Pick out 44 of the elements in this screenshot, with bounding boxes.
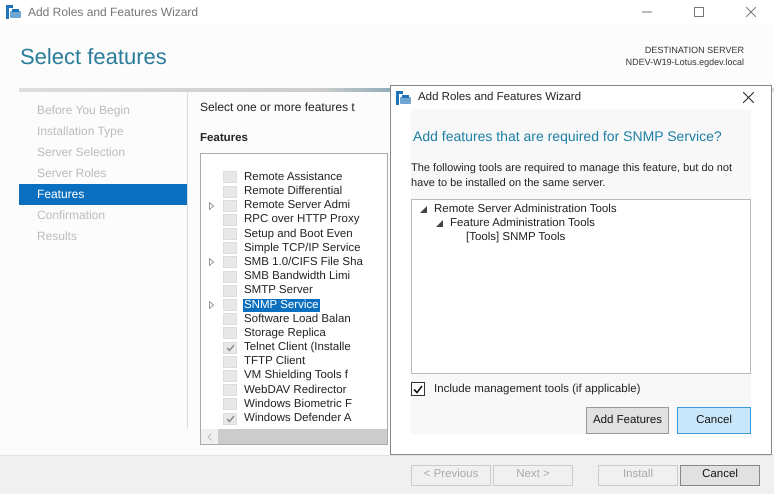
- instruction-text: Select one or more features t: [200, 99, 356, 116]
- window-title: Add Roles and Features Wizard: [28, 4, 200, 21]
- feature-item[interactable]: VM Shielding Tools f: [243, 369, 349, 382]
- feature-item[interactable]: SNMP Service: [243, 298, 320, 312]
- checkbox-label: Include management tools (if applicable): [434, 382, 640, 397]
- feature-item[interactable]: SMB Bandwidth Limi: [243, 270, 352, 284]
- nav-item[interactable]: Features: [19, 184, 187, 205]
- expand-arrow-icon[interactable]: [209, 301, 214, 310]
- expand-arrow-icon[interactable]: [209, 258, 214, 266]
- features-label: Features: [200, 131, 249, 146]
- feature-item[interactable]: SMTP Server: [243, 284, 314, 298]
- feature-item[interactable]: Telnet Client (Installe: [243, 341, 352, 354]
- dialog-heading: Add features that are required for SNMP Service?: [412, 127, 723, 146]
- feature-item[interactable]: Remote Assistance: [243, 170, 344, 184]
- feature-item[interactable]: TFTP Client: [243, 355, 306, 368]
- tree-item: [Tools] SNMP Tools: [466, 230, 566, 246]
- expand-arrow-icon[interactable]: [209, 202, 214, 210]
- feature-item[interactable]: Windows Defender A: [243, 412, 352, 426]
- feature-item[interactable]: WebDAV Redirector: [243, 384, 348, 397]
- tree-item: Feature Administration Tools: [450, 216, 595, 232]
- feature-item[interactable]: Simple TCP/IP Service: [243, 242, 362, 255]
- feature-item[interactable]: RPC over HTTP Proxy: [243, 213, 360, 226]
- feature-item[interactable]: Storage Replica: [243, 326, 327, 340]
- dialog-description: The following tools are required to manage this feature, but do not have to be installed on the same server.: [411, 161, 734, 191]
- feature-item[interactable]: Setup and Boot Even: [243, 228, 354, 241]
- feature-item[interactable]: Windows Biometric F: [243, 398, 353, 411]
- app-icon: [396, 90, 412, 104]
- collapse-arrow-icon[interactable]: [420, 206, 427, 214]
- feature-item[interactable]: SMB 1.0/CIFS File Sha: [243, 256, 364, 269]
- dialog-title: Add Roles and Features Wizard: [418, 90, 582, 105]
- checkbox[interactable]: [411, 382, 425, 396]
- page-title: Select features: [20, 42, 167, 70]
- horizontal-scrollbar[interactable]: [201, 429, 387, 444]
- feature-item[interactable]: Software Load Balan: [243, 312, 352, 326]
- dialog-button[interactable]: Cancel: [677, 406, 751, 434]
- footer-button[interactable]: Cancel: [680, 464, 760, 486]
- tree-item: Remote Server Administration Tools: [434, 202, 617, 218]
- feature-item[interactable]: Remote Server Admi: [243, 199, 352, 212]
- server-name: NDEV-W19-Lotus.egdev.local: [626, 56, 744, 68]
- app-icon: [6, 5, 22, 19]
- collapse-arrow-icon[interactable]: [436, 220, 443, 228]
- destination-label: DESTINATION SERVER: [644, 44, 744, 56]
- dialog-button[interactable]: Add Features: [586, 406, 669, 434]
- feature-item[interactable]: Remote Differential: [243, 185, 344, 198]
